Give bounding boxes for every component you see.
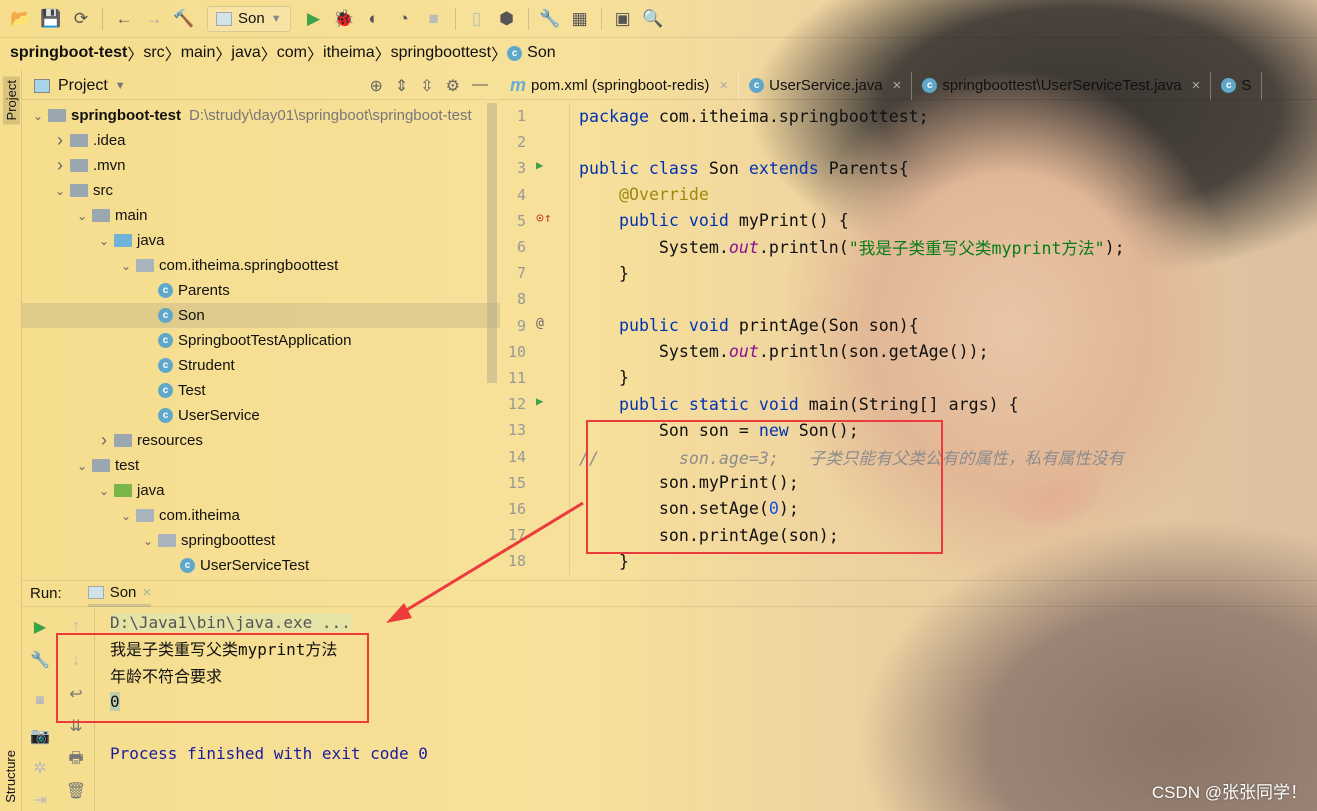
arrow-line — [399, 501, 584, 616]
watermark: CSDN @张张同学！ — [1151, 783, 1307, 802]
annotation-arrow — [386, 501, 584, 623]
arrow-head — [386, 603, 412, 623]
